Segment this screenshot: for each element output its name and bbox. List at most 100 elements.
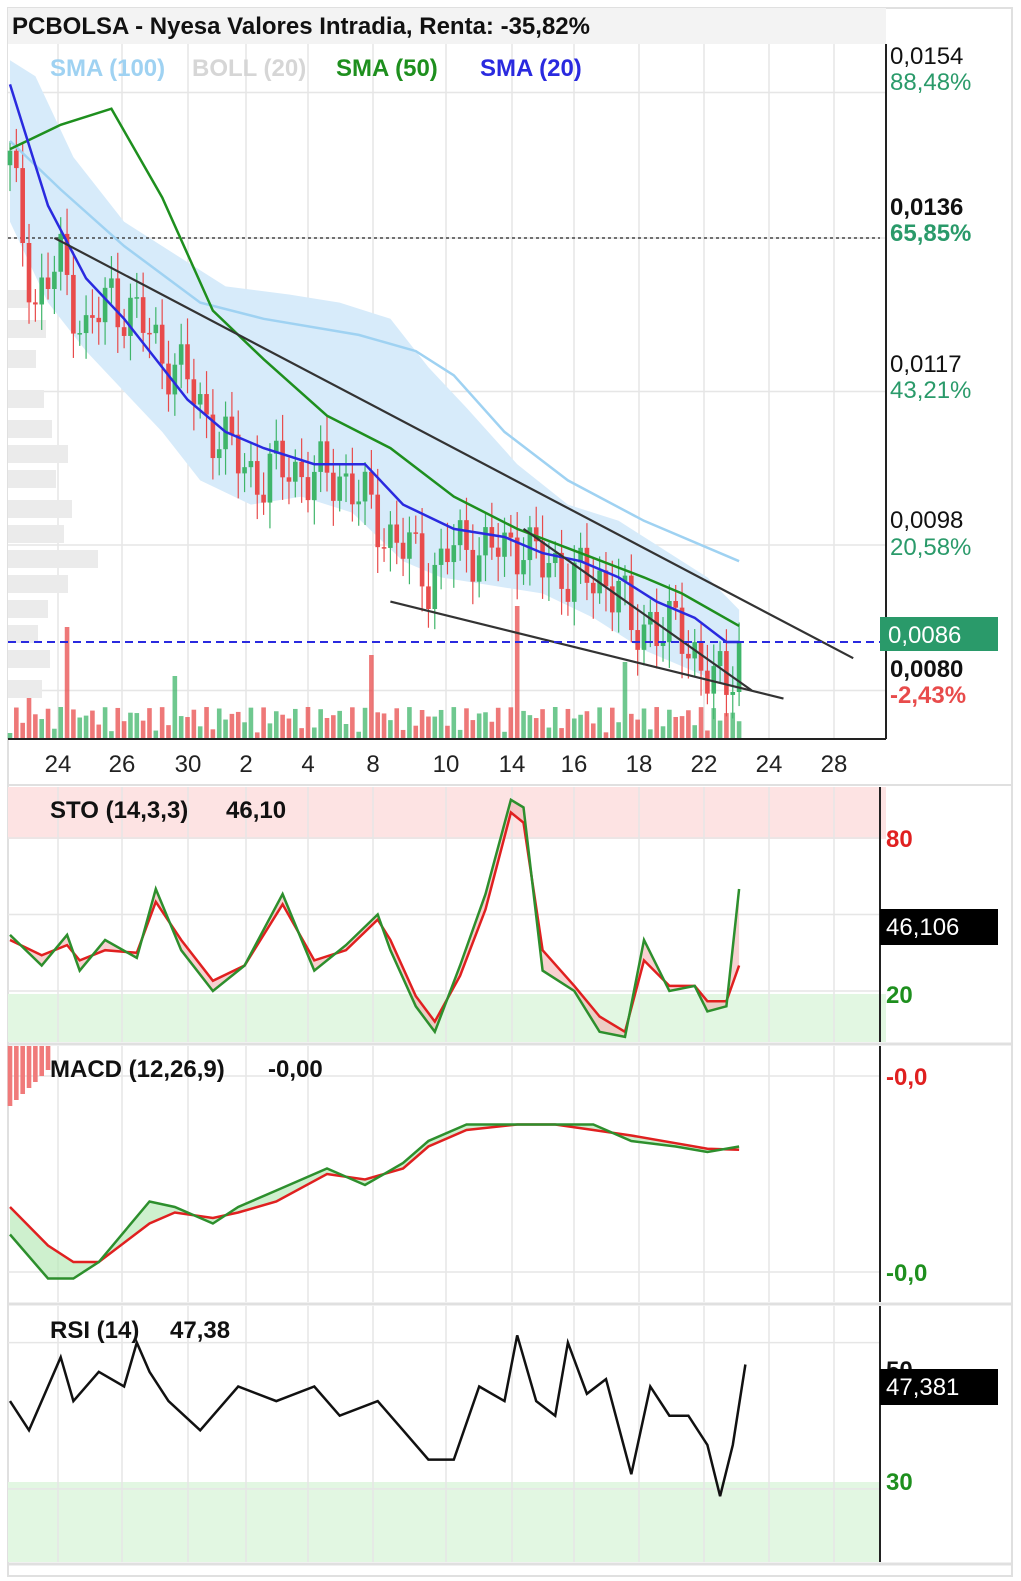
legend-sma100: SMA (100) <box>50 55 165 82</box>
candle-body <box>191 379 197 405</box>
volume-bar <box>686 710 691 739</box>
volume-bar <box>96 724 102 739</box>
sto-tick-20: 20 <box>886 982 913 1009</box>
candle-body <box>369 471 374 495</box>
volume-profile-bar-6 <box>8 470 56 488</box>
macd-hist-bar <box>26 1046 32 1088</box>
sto-value: 46,10 <box>226 797 286 824</box>
volume-bar <box>502 731 507 739</box>
volume-bar <box>90 710 95 739</box>
volume-bar <box>584 711 590 739</box>
volume-bar <box>457 729 463 739</box>
candle-body <box>267 453 273 503</box>
volume-bar <box>369 655 374 739</box>
candle-body <box>489 527 495 548</box>
candle-body <box>388 524 393 548</box>
volume-bar <box>616 722 621 739</box>
volume-bar <box>476 713 482 739</box>
volume-bar <box>299 728 304 739</box>
candle-body <box>7 150 13 166</box>
volume-bar <box>388 720 393 739</box>
volume-bar <box>559 728 564 739</box>
candle-body <box>71 274 76 334</box>
volume-bar <box>20 722 25 739</box>
sto-title: STO (14,3,3) <box>50 797 188 824</box>
volume-bar <box>223 719 228 739</box>
candle-body <box>426 586 431 609</box>
volume-bar <box>489 721 495 739</box>
candle-body <box>305 477 311 501</box>
volume-bar <box>495 707 501 739</box>
macd-value: -0,00 <box>268 1056 323 1083</box>
chart-title: PCBOLSA - Nyesa Valores Intradia, Renta:… <box>12 13 590 40</box>
price-tick-4: 0,0080 <box>890 656 963 683</box>
candle-body <box>134 297 140 299</box>
volume-bar <box>83 715 89 739</box>
candle-body <box>248 461 254 468</box>
volume-bar <box>159 707 165 739</box>
volume-profile-bar-14 <box>8 680 42 698</box>
price-pct-2: 43,21% <box>890 377 971 404</box>
legend-sma50: SMA (50) <box>336 55 438 82</box>
volume-bar <box>381 713 387 739</box>
candle-body <box>96 317 102 323</box>
volume-bar <box>185 717 190 739</box>
volume-bar <box>692 725 698 739</box>
volume-bar <box>736 721 742 739</box>
volume-profile-bar-13 <box>8 650 50 668</box>
candle-body <box>730 691 736 695</box>
volume-bar <box>527 715 533 739</box>
volume-profile-bar-0 <box>8 290 28 308</box>
volume-bar <box>64 627 70 739</box>
volume-bar <box>331 715 336 739</box>
volume-bar <box>280 714 285 739</box>
macd-tick-bottom: -0,0 <box>886 1260 927 1287</box>
candle-body <box>343 473 349 477</box>
volume-bar <box>178 716 184 739</box>
candle-body <box>293 461 298 482</box>
volume-bar <box>394 708 400 739</box>
volume-bar <box>667 709 672 739</box>
candle-body <box>121 327 127 336</box>
x-tick-0: 24 <box>45 751 72 778</box>
candle-body <box>400 542 406 559</box>
x-tick-12: 28 <box>821 751 848 778</box>
candle-body <box>464 520 469 550</box>
volume-bar <box>629 713 634 739</box>
candle-body <box>686 653 691 659</box>
price-pct-0: 88,48% <box>890 69 971 96</box>
volume-bar <box>77 717 83 739</box>
candle-body <box>508 532 514 538</box>
candle-body <box>286 477 292 482</box>
candle-body <box>52 271 57 290</box>
candle-body <box>235 434 241 474</box>
volume-bar <box>483 712 488 739</box>
volume-profile-bar-5 <box>8 445 68 463</box>
volume-bar <box>705 730 710 739</box>
stochastic-panel: STO (14,3,3) 46,10 80 20 46,106 <box>8 787 998 1042</box>
candle-body <box>39 277 44 305</box>
volume-bar <box>660 726 666 739</box>
x-tick-4: 4 <box>301 751 314 778</box>
x-tick-3: 2 <box>239 751 252 778</box>
candle-body <box>521 560 526 575</box>
volume-profile-bar-2 <box>8 350 36 368</box>
candle-body <box>197 394 203 405</box>
volume-bar <box>324 717 330 739</box>
volume-bar <box>147 708 152 739</box>
macd-hist-bar <box>39 1046 44 1076</box>
candle-body <box>571 562 577 602</box>
volume-bar <box>610 707 615 739</box>
candle-body <box>324 441 330 473</box>
volume-bar <box>102 707 108 739</box>
volume-bar <box>648 729 653 739</box>
volume-bar <box>273 711 279 739</box>
rsi-value: 47,38 <box>170 1317 230 1344</box>
candle-body <box>318 441 323 472</box>
volume-bar <box>191 709 197 739</box>
volume-bar <box>673 716 678 739</box>
candle-body <box>540 541 545 578</box>
candle-body <box>457 520 463 546</box>
volume-bar <box>153 730 159 739</box>
candle-body <box>419 533 425 587</box>
